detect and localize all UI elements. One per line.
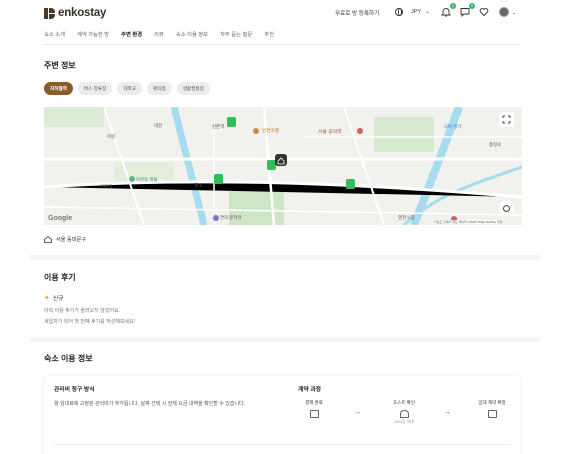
section-divider xyxy=(30,255,540,260)
chevron-down-icon: ⌄ xyxy=(425,9,430,15)
process-title: 계약 과정 xyxy=(298,387,321,393)
reviews-title: 이용 후기 xyxy=(44,273,76,282)
billing-text: 월 임대료에 고정된 관리비가 추가됩니다. 날짜 선택 시 전체 요금 내역을… xyxy=(54,401,246,407)
map-label: 신촌역 xyxy=(212,124,225,129)
logo[interactable]: enkostay xyxy=(44,6,106,20)
message-button[interactable]: 0 xyxy=(460,3,475,18)
house-icon xyxy=(399,410,409,418)
chevron-down-icon[interactable]: ⌄ xyxy=(512,10,516,16)
map-label: 신촌역 xyxy=(100,184,113,189)
nearby-title: 주변 정보 xyxy=(44,61,76,70)
chat-icon xyxy=(460,8,470,18)
map-label: 서울 공덕역 xyxy=(318,130,342,135)
map-copyright: 키보드 단축키 지도 데이터 ©2025 TMap Mobility 약관 xyxy=(434,220,503,224)
top-header: enkostay 무료로 방 등록하기 JPY ⌄ 0 0 ⌄ xyxy=(0,0,570,26)
host-register-link[interactable]: 무료로 방 등록하기 xyxy=(335,9,379,17)
map-label: 홍대 xyxy=(194,183,203,188)
card-divider xyxy=(54,444,510,445)
section-tabs: 숙소 소개 계약 가능한 방 주변 환경 리뷰 숙소 이용 정보 자주 묻는 질… xyxy=(44,28,274,45)
nearby-map[interactable]: 아현 신촌역 홍대 신촌역 인연호텔 서울 공덕역 아현동 명물 연희 문학관 … xyxy=(44,107,522,225)
home-icon xyxy=(44,236,52,243)
tab-faq[interactable]: 자주 묻는 질문 xyxy=(220,28,252,42)
map-label: 아현동 명물 xyxy=(136,177,158,182)
calendar-icon xyxy=(487,410,497,418)
process-step-host: 호스트 확인 24시간 이내 xyxy=(393,400,415,424)
arrow-right-icon: → xyxy=(444,409,451,416)
subway-pin[interactable] xyxy=(227,117,236,127)
chip-bus[interactable]: 버스 정류장 xyxy=(77,82,113,95)
chip-convenience[interactable]: 편의점 xyxy=(147,82,172,95)
chip-subway[interactable]: 지하철역 xyxy=(44,82,73,95)
map-label: 모아 경기 xyxy=(444,124,462,129)
chip-university[interactable]: 대학교 xyxy=(117,82,143,95)
tab-reviews[interactable]: 리뷰 xyxy=(154,28,164,42)
nearby-filter-chips: 지하철역 버스 정류장 대학교 편의점 생활필품점 xyxy=(44,82,210,95)
notification-button[interactable]: 0 xyxy=(440,3,456,17)
logo-text: enkostay xyxy=(58,7,107,19)
wishlist-button[interactable] xyxy=(479,7,489,17)
sparkle-icon: ✦ xyxy=(44,294,50,302)
heart-icon xyxy=(479,8,489,17)
bell-icon xyxy=(440,8,452,17)
locate-button[interactable] xyxy=(499,201,514,216)
globe-icon xyxy=(395,8,403,16)
notification-badge: 0 xyxy=(450,3,456,9)
review-empty-hint: 세입자가 되어 첫 번째 후기를 작성해보세요! xyxy=(44,319,136,325)
message-badge: 0 xyxy=(469,3,475,9)
new-badge: ✦ 신규 xyxy=(44,293,64,303)
subway-pin[interactable] xyxy=(267,160,276,170)
subway-pin[interactable] xyxy=(346,179,355,189)
map-label: 연희 문학관 xyxy=(220,215,242,220)
card-icon xyxy=(309,410,319,418)
tab-nearby[interactable]: 주변 환경 xyxy=(121,28,142,45)
stay-info-title: 숙소 이용 정보 xyxy=(44,354,93,363)
fullscreen-button[interactable] xyxy=(499,112,514,127)
avatar[interactable] xyxy=(499,7,509,17)
google-logo: Google xyxy=(48,215,73,222)
address: 서울 동대문구 xyxy=(44,236,86,243)
section-divider xyxy=(30,337,540,342)
new-label-text: 신규 xyxy=(52,296,64,302)
address-text: 서울 동대문구 xyxy=(56,237,87,243)
billing-title: 관리비 청구 방식 xyxy=(54,387,95,393)
review-empty-message: 아직 이용 후기가 올라오지 않았어요. xyxy=(44,308,120,314)
currency-selector[interactable]: JPY ⌄ xyxy=(395,8,430,16)
process-step-payment: 결제 완료 xyxy=(294,400,334,418)
map-label: 충정로 xyxy=(489,142,502,147)
stay-info-card: 관리비 청구 방식 월 임대료에 고정된 관리비가 추가됩니다. 날짜 선택 시… xyxy=(44,376,520,454)
tab-recommend[interactable]: 추천 xyxy=(264,28,274,42)
tab-stay-info[interactable]: 숙소 이용 정보 xyxy=(176,28,208,42)
tabs-divider xyxy=(44,44,520,45)
currency-label: JPY xyxy=(411,9,422,15)
subway-pin[interactable] xyxy=(214,174,223,184)
arrow-right-icon: → xyxy=(354,409,361,416)
chip-daily-goods[interactable]: 생활필품점 xyxy=(176,82,210,95)
logo-icon xyxy=(44,7,55,19)
map-label: 영천시장 xyxy=(398,215,415,220)
process-step-confirm: 임대 계약 확정 xyxy=(472,400,512,418)
tab-intro[interactable]: 숙소 소개 xyxy=(44,28,65,42)
map-label: 대현 xyxy=(154,123,163,128)
tab-rooms[interactable]: 계약 가능한 방 xyxy=(77,28,109,42)
map-label: 인연호텔 xyxy=(262,128,279,133)
map-label: 아현 xyxy=(107,134,116,139)
